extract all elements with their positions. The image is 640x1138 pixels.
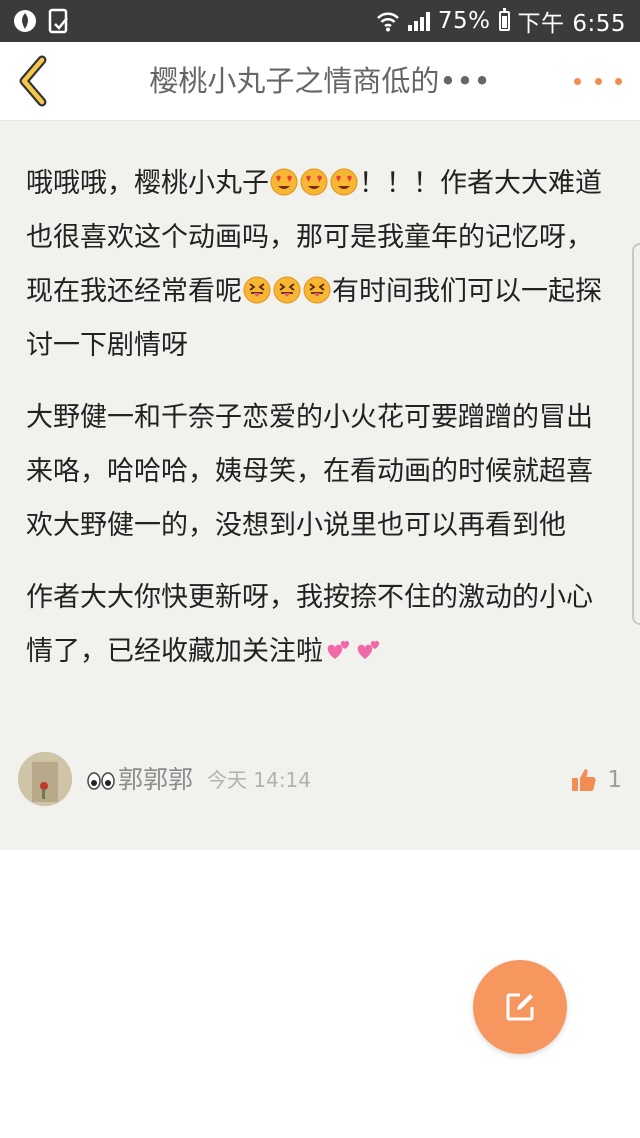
screenshot-notification-icon bbox=[48, 8, 68, 34]
status-bar: 75% 下午 6:55 bbox=[0, 0, 640, 42]
scroll-handle[interactable] bbox=[632, 243, 640, 625]
top-bar: 樱桃小丸子之情商低的••• bbox=[0, 42, 640, 121]
like-button[interactable]: 1 bbox=[571, 752, 622, 808]
clock: 下午 6:55 bbox=[517, 11, 626, 37]
two-hearts-emoji bbox=[327, 640, 350, 659]
comment-paragraph-1: 哦哦哦，樱桃小丸子 ！！！作者大大难道也很喜欢这个动画吗，那可是我童年的记忆呀，现… bbox=[26, 157, 610, 373]
author-info: 郭郭郭 今天 14:14 bbox=[86, 752, 311, 808]
comment-time: 今天 14:14 bbox=[207, 768, 312, 792]
chevron-left-icon bbox=[19, 55, 47, 107]
comment-paragraph-3: 作者大大你快更新呀，我按捺不住的激动的小心情了，已经收藏加关注啦 bbox=[26, 571, 610, 679]
cell-signal-icon bbox=[407, 11, 430, 31]
paragraph-1-text-a: 哦哦哦，樱桃小丸子 bbox=[26, 168, 269, 199]
avatar-image bbox=[18, 752, 72, 806]
back-button[interactable] bbox=[10, 50, 66, 112]
author-row: 郭郭郭 今天 14:14 1 bbox=[18, 752, 622, 808]
comment-paragraph-2: 大野健一和千奈子恋爱的小火花可要蹭蹭的冒出来咯，哈哈哈，姨母笑，在看动画的时候就… bbox=[26, 402, 593, 541]
like-count: 1 bbox=[607, 767, 622, 793]
status-left bbox=[12, 8, 70, 34]
status-right: 75% 下午 6:55 bbox=[376, 0, 626, 42]
page-title: 樱桃小丸子之情商低的••• bbox=[149, 64, 491, 98]
two-hearts-emoji bbox=[357, 640, 380, 659]
squinting-tongue-emoji bbox=[303, 276, 331, 304]
comment-body: 哦哦哦，樱桃小丸子 ！！！作者大大难道也很喜欢这个动画吗，那可是我童年的记忆呀，现… bbox=[26, 157, 610, 697]
comment-card: 哦哦哦，樱桃小丸子 ！！！作者大大难道也很喜欢这个动画吗，那可是我童年的记忆呀，现… bbox=[0, 121, 640, 850]
squinting-tongue-emoji bbox=[273, 276, 301, 304]
app-notification-icon bbox=[14, 10, 36, 32]
author-name[interactable]: 郭郭郭 bbox=[118, 752, 193, 808]
heart-eyes-emoji bbox=[300, 168, 328, 196]
squinting-tongue-emoji bbox=[243, 276, 271, 304]
heart-eyes-emoji bbox=[330, 168, 358, 196]
wifi-icon bbox=[377, 12, 399, 32]
more-options-button[interactable] bbox=[574, 64, 622, 98]
battery-icon bbox=[498, 8, 510, 31]
eyes-emoji bbox=[87, 772, 115, 790]
write-comment-button[interactable] bbox=[473, 960, 567, 1054]
avatar[interactable] bbox=[18, 752, 72, 806]
heart-eyes-emoji bbox=[270, 168, 298, 196]
more-dots-icon bbox=[574, 77, 622, 85]
paragraph-3-text: 作者大大你快更新呀，我按捺不住的激动的小心情了，已经收藏加关注啦 bbox=[26, 582, 593, 667]
battery-percent: 75% bbox=[437, 8, 491, 34]
edit-icon bbox=[506, 993, 534, 1021]
thumbs-up-icon bbox=[572, 769, 596, 791]
